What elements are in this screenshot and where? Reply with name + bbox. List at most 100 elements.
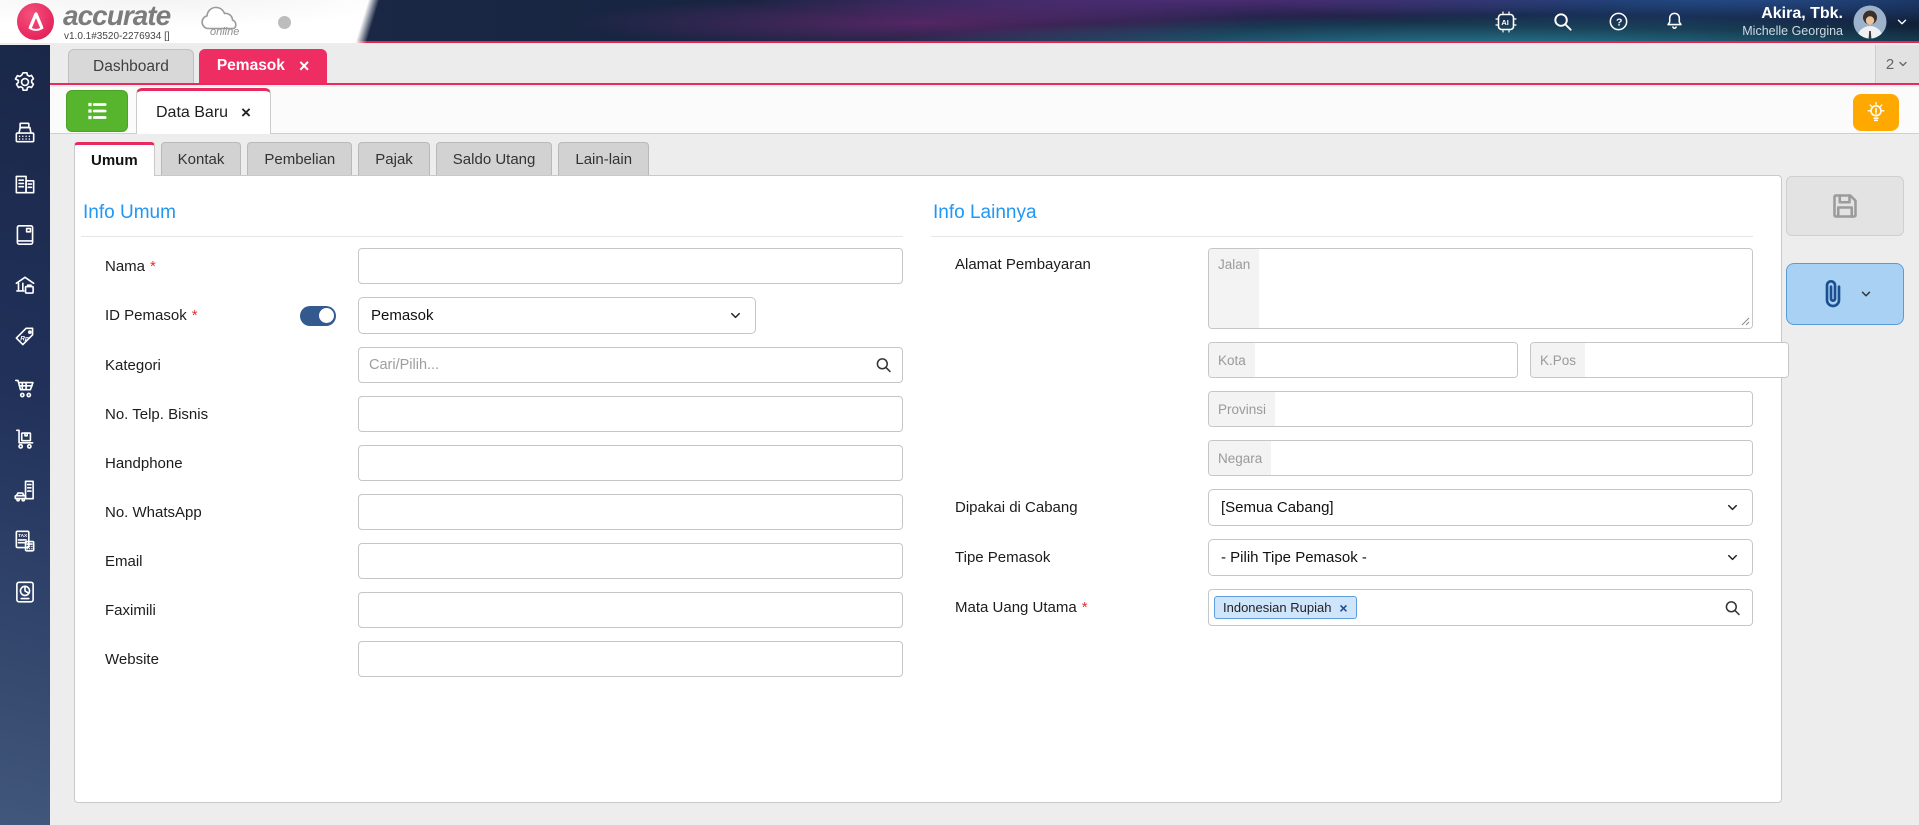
provinsi-prefix-label: Provinsi: [1209, 392, 1276, 426]
gear-icon: [14, 71, 35, 91]
field-telp: No. Telp. Bisnis: [81, 396, 903, 432]
tab-data-baru-label: Data Baru: [156, 103, 229, 121]
accurate-online-app: accurate online v1.0.1#3520-2276934 [] A…: [0, 0, 1919, 825]
svg-text:?: ?: [1616, 16, 1622, 28]
chevron-down-icon: [1728, 504, 1737, 511]
sidebar-item-company[interactable]: [7, 171, 43, 197]
window-tab-bar: Dashboard Pemasok × 2: [50, 45, 1919, 85]
field-label: Mata Uang Utama *: [955, 599, 1088, 616]
notifications-bell-icon[interactable]: [1663, 10, 1686, 33]
sidebar-item-bank[interactable]: [7, 273, 43, 299]
attachment-button[interactable]: [1786, 263, 1904, 325]
kota-prefix-label: Kota: [1209, 343, 1255, 377]
user-menu-chevron-icon[interactable]: [1895, 15, 1909, 29]
list-button[interactable]: [66, 90, 128, 132]
jalan-field: Jalan: [1208, 248, 1753, 329]
resize-grip-icon[interactable]: [1740, 316, 1750, 326]
chevron-down-icon: [1899, 61, 1907, 67]
section-title: Info Umum: [81, 200, 903, 237]
field-label: Email: [105, 552, 143, 570]
tab-counter[interactable]: 2: [1875, 45, 1919, 83]
nama-input[interactable]: [358, 248, 903, 284]
tipe-pemasok-select[interactable]: - Pilih Tipe Pemasok -: [1208, 539, 1753, 576]
tab-counter-value: 2: [1885, 55, 1895, 73]
tab-dashboard[interactable]: Dashboard: [68, 49, 194, 83]
id-pemasok-toggle[interactable]: [300, 305, 336, 326]
negara-input[interactable]: [1271, 441, 1752, 475]
kpos-prefix-label: K.Pos: [1531, 343, 1586, 377]
avatar[interactable]: [1853, 5, 1887, 39]
id-pemasok-select[interactable]: Pemasok: [358, 297, 756, 334]
kategori-input[interactable]: [358, 347, 903, 383]
tab-pemasok[interactable]: Pemasok ×: [198, 49, 328, 83]
tab-dashboard-label: Dashboard: [93, 57, 169, 75]
help-icon[interactable]: ?: [1607, 10, 1630, 33]
field-label: Tipe Pemasok: [955, 549, 1051, 566]
user-name: Michelle Georgina: [1742, 23, 1843, 38]
tax-document-icon: TAX: [15, 530, 35, 552]
field-label: No. WhatsApp: [105, 503, 202, 521]
field-label: Kategori: [105, 356, 161, 374]
field-label: Faximili: [105, 601, 156, 619]
search-icon[interactable]: [874, 356, 893, 375]
sidebar-item-tax[interactable]: TAX: [7, 528, 43, 554]
user-info: Akira, Tbk. Michelle Georgina: [1742, 4, 1843, 40]
svg-text:Rp: Rp: [20, 335, 29, 342]
accurate-logo[interactable]: [17, 3, 54, 40]
search-icon[interactable]: [1551, 10, 1574, 33]
company-name: Akira, Tbk.: [1761, 4, 1843, 22]
tab-data-baru[interactable]: Data Baru ×: [136, 88, 271, 134]
cart-icon: [14, 379, 34, 398]
handphone-input[interactable]: [358, 445, 903, 481]
chevron-down-icon: [731, 312, 740, 319]
whatsapp-input[interactable]: [358, 494, 903, 530]
cabang-select[interactable]: [Semua Cabang]: [1208, 489, 1753, 526]
close-icon[interactable]: ×: [299, 57, 310, 75]
tips-button[interactable]: [1853, 94, 1899, 131]
field-kategori: Kategori: [81, 347, 903, 383]
form-tab-saldo-utang[interactable]: Saldo Utang: [435, 142, 553, 175]
save-button[interactable]: [1786, 176, 1904, 236]
sidebar-item-settings[interactable]: [7, 69, 43, 95]
field-website: Website: [81, 641, 903, 677]
sidebar-item-journal[interactable]: [7, 222, 43, 248]
sidebar: Rp TAX: [0, 45, 50, 825]
kota-input[interactable]: [1254, 343, 1517, 377]
telp-input[interactable]: [358, 396, 903, 432]
chip-remove-icon[interactable]: ×: [1339, 601, 1347, 615]
paperclip-icon: [1825, 280, 1841, 308]
chevron-down-icon[interactable]: [1859, 287, 1873, 301]
field-label: ID Pemasok *: [81, 305, 358, 326]
field-negara: Negara: [931, 440, 1753, 476]
website-input[interactable]: [358, 641, 903, 677]
mata-uang-field[interactable]: Indonesian Rupiah ×: [1208, 589, 1753, 626]
email-input[interactable]: [358, 543, 903, 579]
search-icon[interactable]: [1723, 598, 1742, 617]
sidebar-item-sales[interactable]: Rp: [7, 324, 43, 350]
field-email: Email: [81, 543, 903, 579]
form-tab-umum[interactable]: Umum: [74, 142, 155, 176]
section-title: Info Lainnya: [931, 200, 1753, 237]
pie-report-icon: [16, 581, 34, 603]
cash-register-icon: [15, 122, 35, 143]
form-tab-pembelian[interactable]: Pembelian: [247, 142, 353, 175]
close-icon[interactable]: ×: [241, 104, 251, 121]
sidebar-item-purchases[interactable]: [7, 375, 43, 401]
svg-text:TAX: TAX: [18, 533, 28, 539]
save-floppy-icon: [1833, 194, 1857, 218]
sidebar-item-cash-register[interactable]: [7, 120, 43, 146]
sidebar-item-inventory[interactable]: [7, 426, 43, 452]
sidebar-item-fixed-assets[interactable]: [7, 477, 43, 503]
faximili-input[interactable]: [358, 592, 903, 628]
form-tab-kontak[interactable]: Kontak: [160, 142, 242, 175]
form-tab-lain-lain[interactable]: Lain-lain: [558, 142, 650, 175]
sidebar-item-reports[interactable]: [7, 579, 43, 605]
field-kota-kpos: Kota K.Pos: [931, 342, 1790, 378]
kpos-input[interactable]: [1585, 343, 1789, 377]
jalan-textarea[interactable]: [1259, 249, 1752, 328]
negara-prefix-label: Negara: [1209, 441, 1272, 475]
provinsi-input[interactable]: [1275, 392, 1752, 426]
price-tag-rp-icon: Rp: [15, 327, 34, 346]
form-tab-pajak[interactable]: Pajak: [358, 142, 430, 175]
ai-assistant-icon[interactable]: AI: [1494, 10, 1518, 34]
